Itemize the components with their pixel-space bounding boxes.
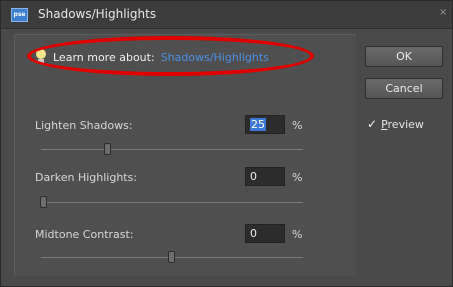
midtone-contrast-input[interactable]: 0 [245,224,285,243]
lightbulb-icon [35,49,47,65]
dialog-title: Shadows/Highlights [38,7,157,21]
lighten-shadows-thumb[interactable] [104,143,111,155]
cancel-button[interactable]: Cancel [365,78,443,99]
title-bar[interactable]: pse Shadows/Highlights × [1,1,452,29]
darken-highlights-track[interactable] [40,196,303,208]
darken-highlights-unit: % [292,171,303,184]
darken-highlights-label: Darken Highlights: [35,171,138,184]
checkmark-icon: ✓ [367,117,378,131]
app-icon: pse [11,8,28,22]
close-icon[interactable]: × [439,7,447,18]
darken-highlights-input[interactable]: 0 [245,167,285,186]
ok-button[interactable]: OK [365,46,443,67]
midtone-contrast-thumb[interactable] [168,251,175,263]
midtone-contrast-unit: % [292,228,303,241]
lighten-shadows-unit: % [292,119,303,132]
lighten-shadows-input[interactable]: 25 [245,115,285,134]
midtone-contrast-label: Midtone Contrast: [35,228,134,241]
learn-more-label: Learn more about: [53,50,155,64]
lighten-shadows-label: Lighten Shadows: [35,119,133,132]
midtone-contrast-track[interactable] [41,251,303,263]
preview-label: Preview [381,117,424,131]
learn-more-row: Learn more about: Shadows/Highlights [35,45,269,69]
lighten-shadows-track[interactable] [41,143,303,155]
learn-more-link[interactable]: Shadows/Highlights [161,51,269,64]
preview-checkbox[interactable]: ✓ Preview [367,117,424,131]
shadows-highlights-dialog: pse Shadows/Highlights × Learn more abou… [0,0,453,287]
darken-highlights-thumb[interactable] [40,196,47,208]
